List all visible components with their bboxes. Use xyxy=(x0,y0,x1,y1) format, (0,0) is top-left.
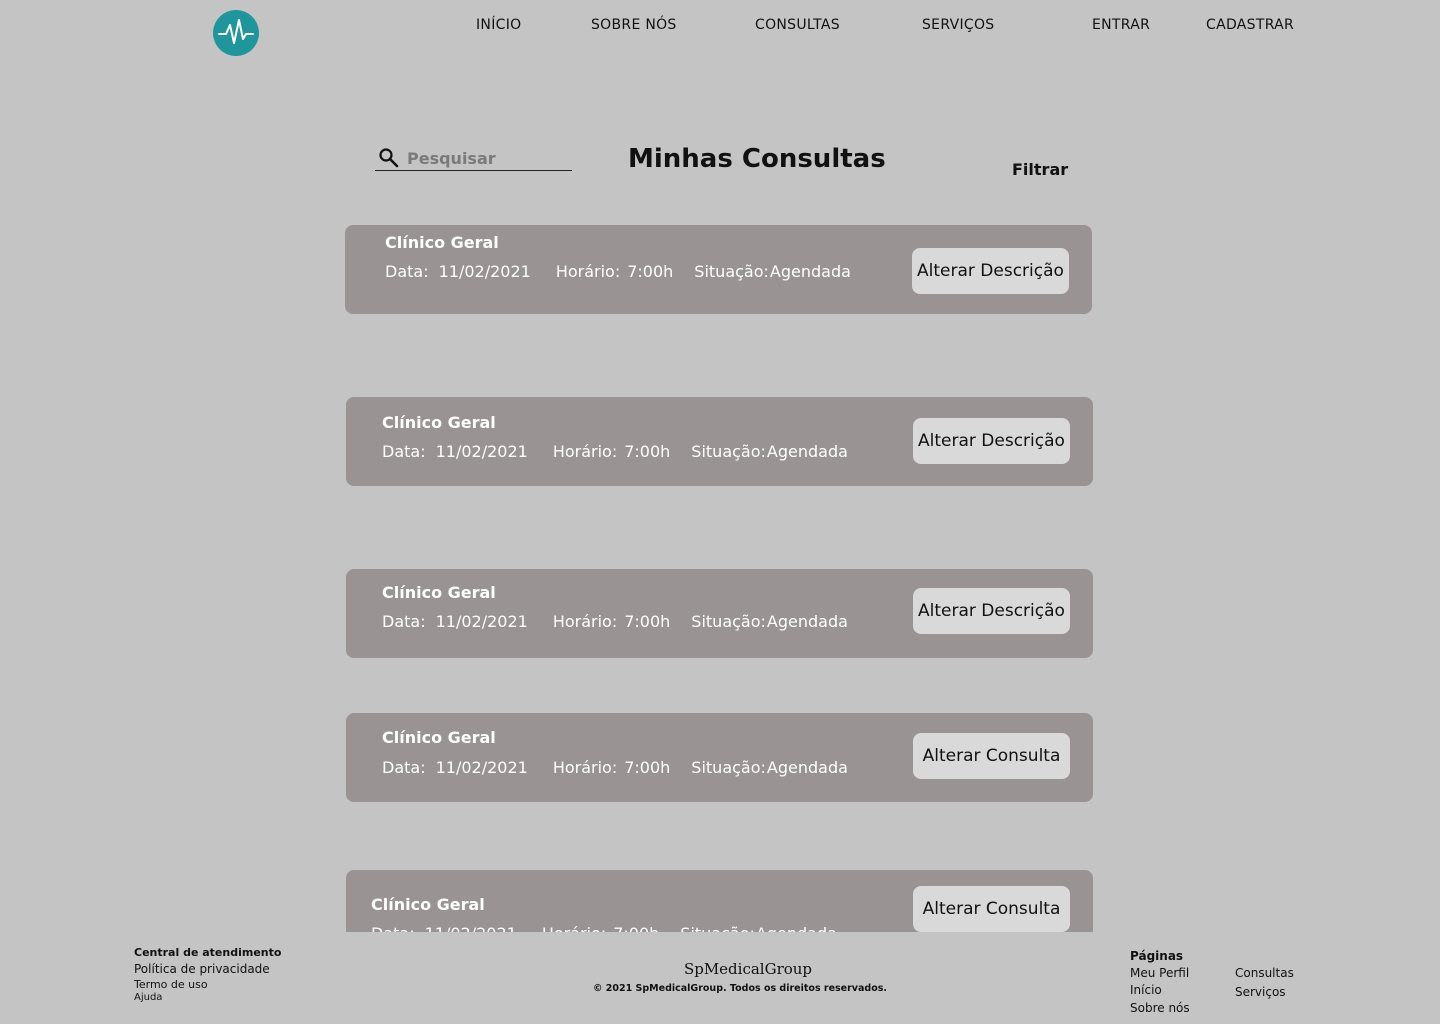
card-especialidade: Clínico Geral xyxy=(382,583,496,602)
horario-value: 7:00h xyxy=(624,612,671,631)
card-details: Data: 11/02/2021 Horário: 7:00h Situação… xyxy=(382,612,848,631)
card-details: Data: 11/02/2021 Horário: 7:00h Situação… xyxy=(371,924,837,932)
alterar-descricao-button[interactable]: Alterar Descrição xyxy=(913,418,1070,464)
data-value: 11/02/2021 xyxy=(435,612,528,631)
consultas-list[interactable]: Clínico Geral Data: 11/02/2021 Horário: … xyxy=(0,200,1440,932)
card-details: Data: 11/02/2021 Horário: 7:00h Situação… xyxy=(382,758,848,777)
card-details: Data: 11/02/2021 Horário: 7:00h Situação… xyxy=(382,442,848,461)
consulta-card: Clínico Geral Data: 11/02/2021 Horário: … xyxy=(346,870,1093,932)
alterar-consulta-button[interactable]: Alterar Consulta xyxy=(913,733,1070,779)
footer-brand-block: SpMedicalGroup © 2021 SpMedicalGroup. To… xyxy=(0,960,1440,994)
nav-inicio[interactable]: INÍCIO xyxy=(476,17,521,33)
footer-link-meu-perfil[interactable]: Meu Perfil xyxy=(1130,966,1190,980)
card-details: Data: 11/02/2021 Horário: 7:00h Situação… xyxy=(385,262,851,281)
horario-label: Horário: xyxy=(542,924,606,932)
horario-value: 7:00h xyxy=(627,262,674,281)
logo[interactable] xyxy=(213,10,259,56)
search-icon[interactable] xyxy=(377,146,401,170)
situacao-value: Agendada xyxy=(766,758,848,777)
consulta-card: Clínico Geral Data: 11/02/2021 Horário: … xyxy=(346,397,1093,486)
situacao-value: Agendada xyxy=(769,262,851,281)
page-title: Minhas Consultas xyxy=(628,144,886,174)
situacao-value: Agendada xyxy=(766,612,848,631)
situacao-label: Situação: xyxy=(694,262,769,281)
situacao-label: Situação: xyxy=(691,442,766,461)
alterar-consulta-button[interactable]: Alterar Consulta xyxy=(913,886,1070,932)
footer: Central de atendimento Política de priva… xyxy=(0,932,1440,1024)
horario-label: Horário: xyxy=(555,262,621,281)
search-bar xyxy=(375,146,572,171)
horario-label: Horário: xyxy=(552,442,618,461)
alterar-descricao-button[interactable]: Alterar Descrição xyxy=(912,248,1069,294)
horario-value: 7:00h xyxy=(613,924,659,932)
card-especialidade: Clínico Geral xyxy=(385,233,499,252)
search-input[interactable] xyxy=(407,148,567,168)
data-value: 11/02/2021 xyxy=(425,924,517,932)
footer-link-inicio[interactable]: Início xyxy=(1130,983,1190,997)
situacao-value: Agendada xyxy=(766,442,848,461)
alterar-descricao-button[interactable]: Alterar Descrição xyxy=(913,588,1070,634)
footer-pages-title: Páginas xyxy=(1130,949,1184,963)
filter-button[interactable]: Filtrar xyxy=(1012,160,1068,179)
consulta-card: Clínico Geral Data: 11/02/2021 Horário: … xyxy=(346,713,1093,802)
footer-copyright: © 2021 SpMedicalGroup. Todos os direitos… xyxy=(592,983,888,994)
data-value: 11/02/2021 xyxy=(435,758,528,777)
nav-consultas[interactable]: CONSULTAS xyxy=(755,17,840,33)
situacao-label: Situação: xyxy=(691,758,766,777)
situacao-label: Situação: xyxy=(680,924,755,932)
data-value: 11/02/2021 xyxy=(435,442,528,461)
horario-value: 7:00h xyxy=(624,442,671,461)
data-value: 11/02/2021 xyxy=(438,262,531,281)
horario-label: Horário: xyxy=(552,758,618,777)
situacao-label: Situação: xyxy=(691,612,766,631)
footer-brand: SpMedicalGroup xyxy=(683,960,813,978)
footer-pages-col2: Consultas Serviços xyxy=(1235,966,1294,1004)
horario-label: Horário: xyxy=(552,612,618,631)
footer-link-consultas[interactable]: Consultas xyxy=(1235,966,1294,980)
data-label: Data: xyxy=(382,612,426,631)
heartbeat-logo-icon xyxy=(218,19,254,44)
footer-pages: Páginas Meu Perfil Início Sobre nós xyxy=(1130,949,1190,1018)
card-especialidade: Clínico Geral xyxy=(371,895,485,914)
nav-cadastrar[interactable]: CADASTRAR xyxy=(1206,17,1294,33)
nav-entrar[interactable]: ENTRAR xyxy=(1092,17,1150,33)
data-label: Data: xyxy=(382,758,426,777)
data-label: Data: xyxy=(385,262,429,281)
data-label: Data: xyxy=(382,442,426,461)
card-especialidade: Clínico Geral xyxy=(382,413,496,432)
consulta-card: Clínico Geral Data: 11/02/2021 Horário: … xyxy=(346,569,1093,658)
data-label: Data: xyxy=(371,924,415,932)
nav-servicos[interactable]: SERVIÇOS xyxy=(922,17,994,33)
consulta-card: Clínico Geral Data: 11/02/2021 Horário: … xyxy=(345,225,1092,314)
footer-support-title: Central de atendimento xyxy=(134,946,282,959)
footer-link-sobre-nos[interactable]: Sobre nós xyxy=(1130,1001,1190,1015)
nav-sobre-nos[interactable]: SOBRE NÓS xyxy=(591,17,677,33)
horario-value: 7:00h xyxy=(624,758,671,777)
situacao-value: Agendada xyxy=(756,924,837,932)
footer-link-servicos[interactable]: Serviços xyxy=(1235,985,1294,999)
card-especialidade: Clínico Geral xyxy=(382,728,496,747)
